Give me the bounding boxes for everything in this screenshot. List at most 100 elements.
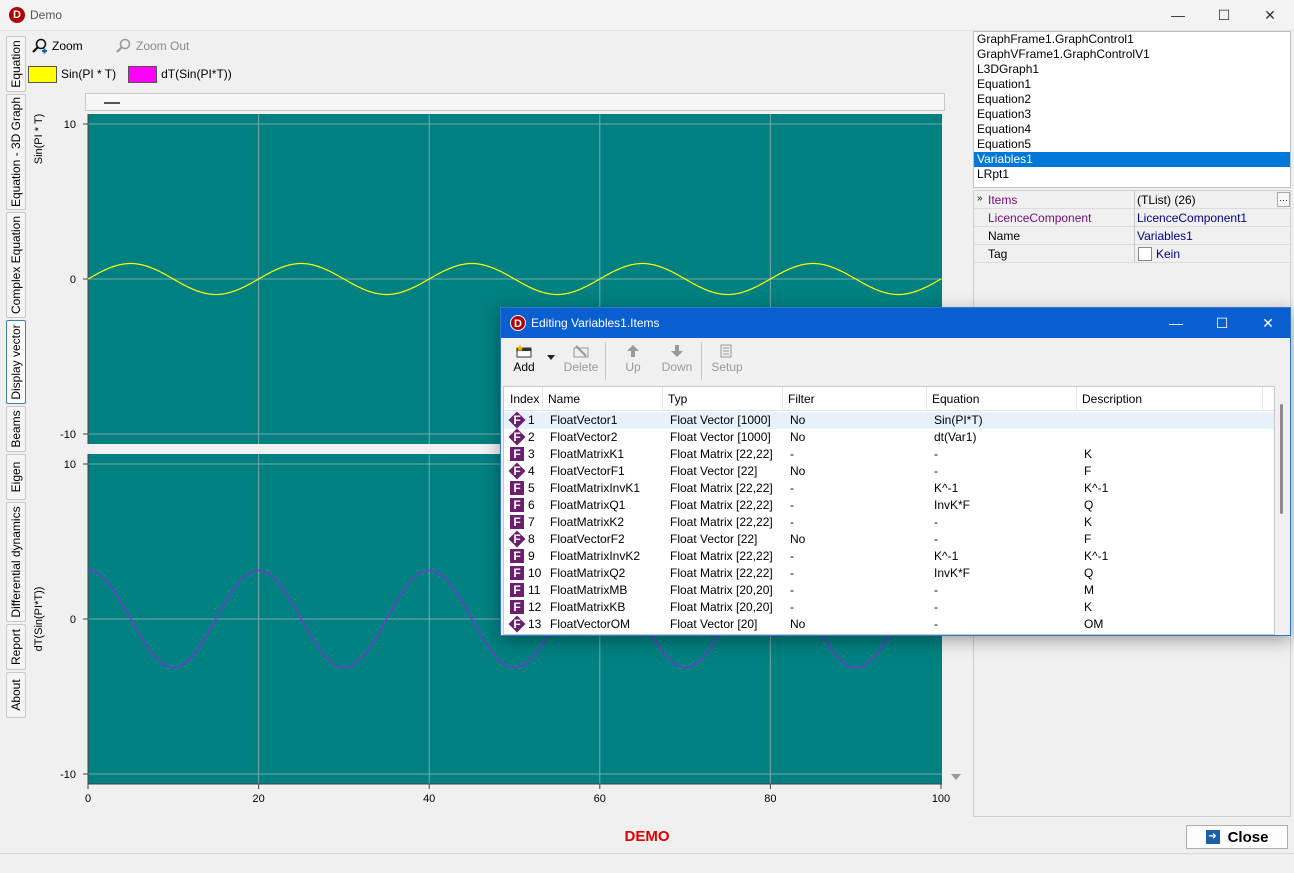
cell-filter: No	[790, 430, 806, 444]
tab-label: Equation	[9, 40, 23, 88]
table-row[interactable]: F 4 FloatVectorF1 Float Vector [22] No - F	[504, 462, 1274, 480]
prop-separator	[1134, 245, 1135, 263]
component-list-item[interactable]: Equation1	[974, 77, 1290, 92]
table-row[interactable]: F 9 FloatMatrixInvK2 Float Matrix [22,22] - K…	[504, 548, 1274, 565]
table-row[interactable]: F 13 FloatVectorOM Float Vector [20] No - OM	[504, 615, 1274, 633]
table-row[interactable]: F 6 FloatMatrixQ1 Float Matrix [22,22] - InvK…	[504, 497, 1274, 514]
component-list-item[interactable]: GraphVFrame1.GraphControlV1	[974, 47, 1290, 62]
cell-equation: -	[934, 464, 938, 478]
down-label: Down	[661, 360, 693, 374]
items-dropdown-button[interactable]: …	[1277, 192, 1290, 207]
matrix-item-icon: F	[510, 481, 524, 495]
cell-name: FloatVectorOM	[550, 617, 631, 631]
component-list[interactable]: GraphFrame1.GraphControl1 GraphVFrame1.Gr…	[973, 31, 1291, 188]
cell-name: FloatVector2	[550, 430, 618, 444]
table-row[interactable]: F 8 FloatVectorF2 Float Vector [22] No - F	[504, 530, 1274, 548]
dialog-close-button[interactable]: ✕	[1245, 308, 1291, 338]
tab-differential-dynamics[interactable]: Differential dynamics	[6, 502, 26, 622]
table-row[interactable]: F 11 FloatMatrixMB Float Matrix [20,20] - - M	[504, 582, 1274, 599]
col-header-description[interactable]: Description	[1082, 392, 1142, 406]
x-tick-label: 100	[932, 793, 950, 805]
add-dropdown-arrow-icon[interactable]	[547, 355, 555, 360]
tab-display-vector[interactable]: Display vector	[6, 320, 26, 404]
col-header-equation[interactable]: Equation	[932, 392, 979, 406]
tab-about[interactable]: About	[6, 672, 26, 718]
prop-row-items[interactable]: » Items (TList) (26) …	[974, 191, 1292, 209]
dialog-maximize-button[interactable]: ☐	[1199, 308, 1245, 338]
minimize-button[interactable]: —	[1155, 0, 1201, 31]
y-tick-label: 10	[64, 119, 76, 131]
grid-scrollbar[interactable]	[1277, 386, 1289, 635]
zoom-out-button[interactable]: Zoom Out	[116, 38, 189, 54]
down-button[interactable]: Down	[657, 344, 697, 374]
component-list-item[interactable]: Equation4	[974, 122, 1290, 137]
component-list-item[interactable]: Equation2	[974, 92, 1290, 107]
table-row[interactable]: F 1 FloatVector1 Float Vector [1000] No Sin(P…	[504, 411, 1274, 429]
exit-arrow-icon: ➜	[1205, 830, 1220, 844]
up-label: Up	[625, 360, 641, 374]
prop-separator	[1134, 191, 1135, 209]
cell-typ: Float Vector [1000]	[670, 413, 771, 427]
setup-button[interactable]: Setup	[707, 344, 747, 374]
graph-header-dash	[104, 102, 120, 104]
cell-filter: -	[790, 447, 794, 461]
col-header-filter[interactable]: Filter	[788, 392, 815, 406]
dialog-minimize-button[interactable]: —	[1153, 308, 1199, 338]
component-list-item[interactable]: GraphFrame1.GraphControl1	[974, 32, 1290, 47]
cell-typ: Float Matrix [20,20]	[670, 600, 773, 614]
prop-row-tag[interactable]: Tag Kein	[974, 245, 1292, 263]
x-tick-label: 40	[423, 793, 435, 805]
table-row[interactable]: F 7 FloatMatrixK2 Float Matrix [22,22] - - K	[504, 514, 1274, 531]
close-button-label: Close	[1227, 828, 1269, 846]
component-list-item[interactable]: Variables1	[974, 152, 1290, 167]
cell-equation: K^-1	[934, 481, 959, 495]
cell-filter: -	[790, 515, 794, 529]
tab-beams[interactable]: Beams	[6, 406, 26, 452]
close-button[interactable]: ➜ Close	[1186, 825, 1288, 849]
col-header-name[interactable]: Name	[548, 392, 580, 406]
cell-equation: -	[934, 600, 938, 614]
tag-checkbox[interactable]	[1138, 247, 1152, 261]
y-tick-label: -10	[60, 429, 76, 441]
cell-description: K^-1	[1084, 549, 1109, 563]
cell-equation: dt(Var1)	[934, 430, 977, 444]
table-row[interactable]: F 5 FloatMatrixInvK1 Float Matrix [22,22] - K…	[504, 480, 1274, 497]
cell-typ: Float Matrix [22,22]	[670, 481, 773, 495]
tab-report[interactable]: Report	[6, 624, 26, 670]
prop-name: Tag	[988, 247, 1008, 261]
y-tick-label: 10	[64, 459, 76, 471]
col-separator	[782, 387, 783, 411]
items-grid[interactable]: Index Name Typ Filter Equation Descripti…	[503, 386, 1275, 635]
delete-button[interactable]: Delete	[561, 344, 601, 374]
cell-typ: Float Matrix [22,22]	[670, 549, 773, 563]
tab-label: Complex Equation	[9, 215, 23, 315]
table-row[interactable]: F 3 FloatMatrixK1 Float Matrix [22,22] - - K	[504, 446, 1274, 463]
cell-equation: -	[934, 583, 938, 597]
col-header-index[interactable]: Index	[510, 392, 539, 406]
up-button[interactable]: Up	[613, 344, 653, 374]
prop-row-licence[interactable]: LicenceComponent LicenceComponent1	[974, 209, 1292, 227]
cell-filter: No	[790, 464, 806, 478]
scrollbar-thumb[interactable]	[1280, 404, 1283, 514]
expand-marker[interactable]: »	[977, 193, 983, 204]
maximize-button[interactable]: ☐	[1201, 0, 1247, 31]
zoom-button[interactable]: Zoom	[32, 38, 83, 54]
component-list-item[interactable]: Equation5	[974, 137, 1290, 152]
component-list-item[interactable]: Equation3	[974, 107, 1290, 122]
close-window-button[interactable]: ✕	[1247, 0, 1293, 31]
prop-row-name[interactable]: Name Variables1	[974, 227, 1292, 245]
cell-description: F	[1084, 532, 1092, 546]
tab-equation-3d-graph[interactable]: Equation - 3D Graph	[6, 94, 26, 210]
component-list-item[interactable]: LRpt1	[974, 167, 1290, 182]
add-button[interactable]: Add	[504, 344, 544, 374]
table-row[interactable]: F 12 FloatMatrixKB Float Matrix [20,20] - - K	[504, 599, 1274, 616]
table-row[interactable]: F 2 FloatVector2 Float Vector [1000] No dt(Va…	[504, 428, 1274, 446]
tab-equation[interactable]: Equation	[6, 36, 26, 92]
table-row[interactable]: F 10 FloatMatrixQ2 Float Matrix [22,22] - Inv…	[504, 565, 1274, 582]
tab-complex-equation[interactable]: Complex Equation	[6, 212, 26, 318]
cell-equation: -	[934, 447, 938, 461]
component-list-item[interactable]: L3DGraph1	[974, 62, 1290, 77]
col-header-typ[interactable]: Typ	[668, 392, 687, 406]
tab-eigen[interactable]: Eigen	[6, 454, 26, 500]
demo-label: DEMO	[624, 828, 670, 845]
